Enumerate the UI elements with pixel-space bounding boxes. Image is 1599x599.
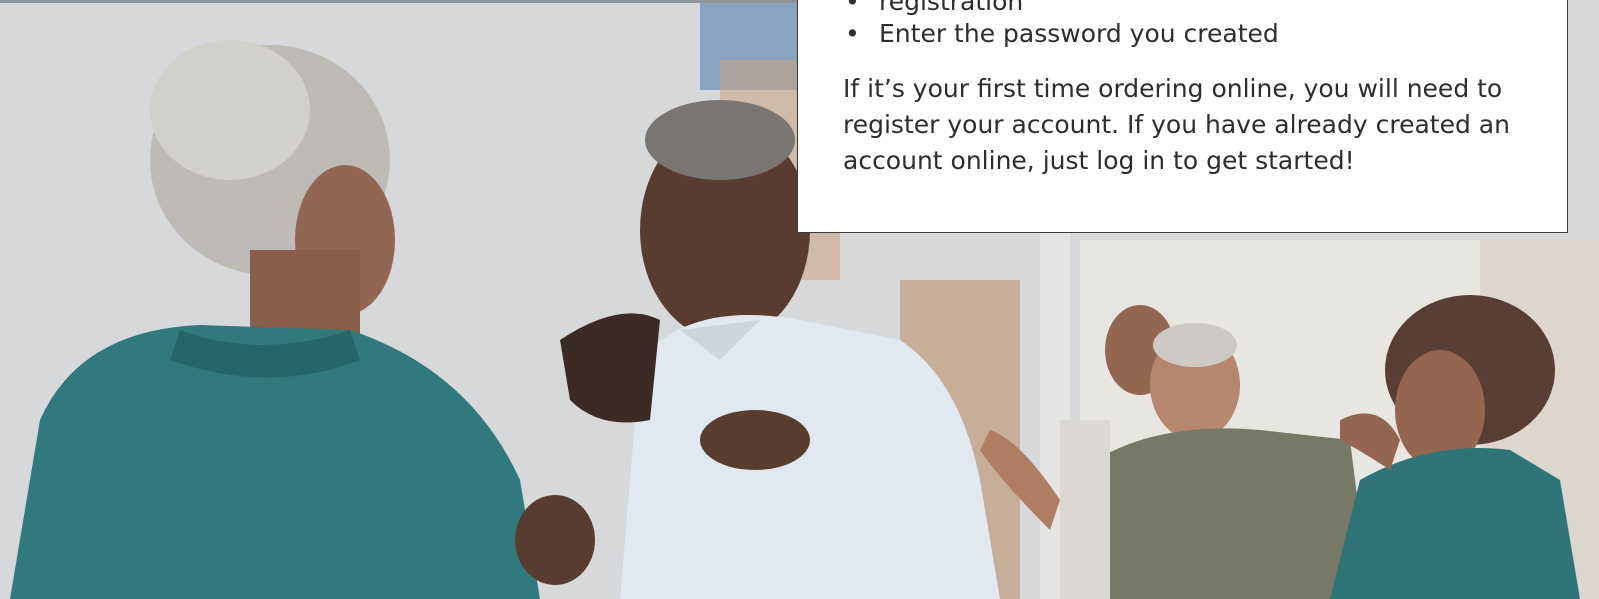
instruction-list: • registration • Enter the password you …: [843, 0, 1547, 50]
bullet-icon: •: [845, 0, 860, 16]
list-item: • Enter the password you created: [843, 18, 1547, 50]
list-item-text: Enter the password you created: [879, 19, 1279, 48]
top-divider: [0, 0, 800, 3]
login-instructions-card: • registration • Enter the password you …: [797, 0, 1568, 233]
bullet-icon: •: [845, 19, 860, 48]
getting-started-paragraph: If it’s your first time ordering online,…: [843, 74, 1510, 175]
list-item-text: registration: [879, 0, 1024, 16]
list-item: • registration: [843, 0, 1547, 18]
